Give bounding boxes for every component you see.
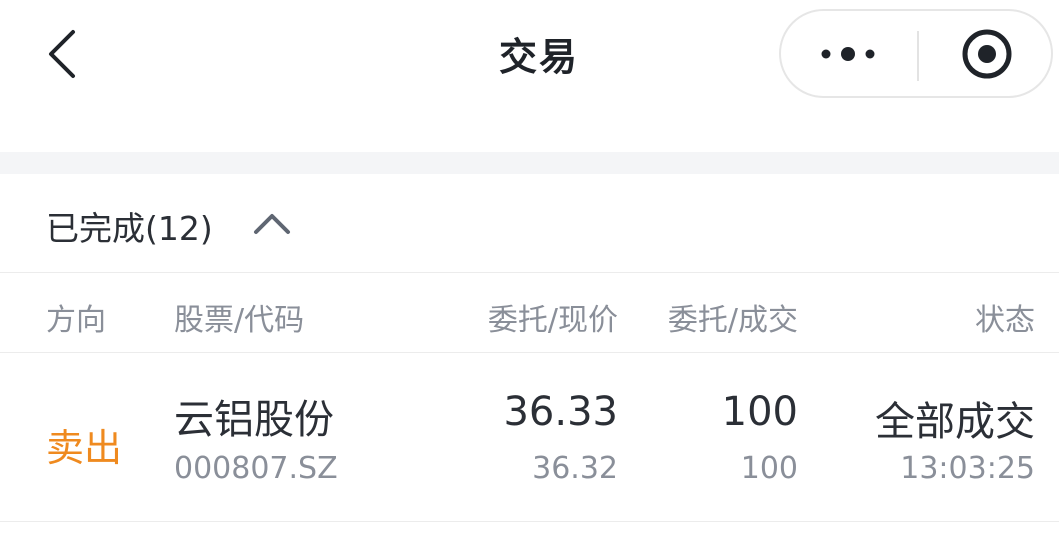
col-status: 状态 — [975, 303, 1035, 338]
col-direction: 方向 — [46, 303, 106, 338]
stock-code: 000807.SZ — [174, 451, 338, 486]
column-header: 方向 股票/代码 委托/现价 委托/成交 状态 — [0, 273, 1059, 353]
order-direction: 卖出 — [46, 426, 123, 470]
order-status: 全部成交 — [875, 399, 1035, 445]
record-target-icon — [962, 29, 1012, 78]
mini-program-capsule — [779, 9, 1053, 98]
current-price: 36.32 — [532, 451, 618, 486]
order-time: 13:03:25 — [900, 451, 1035, 486]
completed-section-header[interactable]: 已完成(12) — [0, 174, 1059, 273]
nav-bar: 交易 — [0, 0, 1059, 112]
section-title: 已完成(12) — [46, 209, 213, 248]
trade-page: 交易 已完成(12) 方向 股票/代码 委托/现价 委托/成交 状态 卖出 云铝… — [0, 0, 1059, 536]
stock-name: 云铝股份 — [174, 397, 334, 443]
filled-quantity: 100 — [740, 451, 798, 486]
section-gap — [0, 152, 1059, 174]
more-dots-icon — [821, 46, 875, 61]
col-price: 委托/现价 — [487, 303, 618, 338]
order-quantity: 100 — [721, 389, 798, 435]
col-stock: 股票/代码 — [174, 303, 305, 338]
close-mini-program-button[interactable] — [921, 11, 1053, 96]
chevron-up-icon[interactable] — [252, 208, 292, 236]
col-quantity: 委托/成交 — [667, 303, 798, 338]
order-price: 36.33 — [503, 389, 618, 435]
capsule-divider — [917, 31, 919, 81]
more-button[interactable] — [781, 11, 917, 96]
order-row[interactable]: 卖出 云铝股份 000807.SZ 36.33 36.32 100 100 全部… — [0, 353, 1059, 522]
